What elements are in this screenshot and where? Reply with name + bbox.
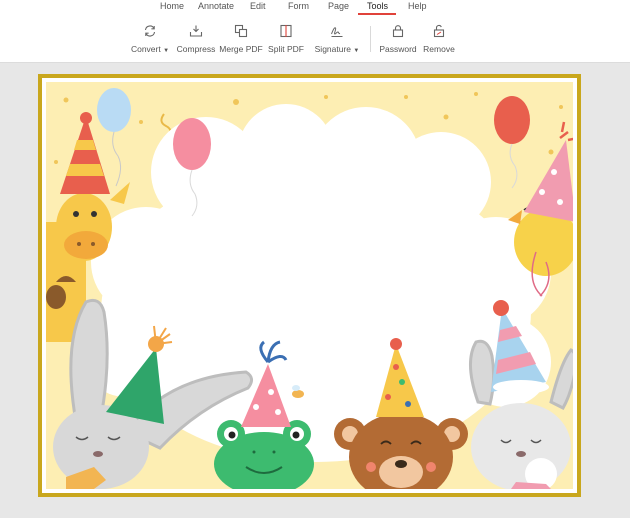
password-label: Password (379, 44, 417, 54)
remove-password-button[interactable]: Remove (421, 22, 457, 56)
convert-button[interactable]: Convert ▼ (130, 22, 170, 56)
tools-toolbar: Convert ▼ Compress Merge PDF Split PDF S… (0, 22, 630, 58)
signature-dropdown-icon: ▼ (353, 48, 360, 54)
tab-help[interactable]: Help (408, 1, 427, 11)
toolbar-divider (370, 26, 371, 52)
password-button[interactable]: Password (378, 22, 418, 56)
convert-dropdown-icon: ▼ (163, 48, 170, 54)
compress-button[interactable]: Compress (176, 22, 216, 56)
split-pdf-icon (277, 22, 295, 40)
pdf-page (38, 74, 581, 497)
menu-tabs: Home Annotate Edit Form Page Tools Help (0, 0, 630, 15)
birthday-card-image (46, 82, 573, 489)
tab-page[interactable]: Page (328, 1, 349, 11)
lock-icon (389, 22, 407, 40)
merge-pdf-icon (232, 22, 250, 40)
signature-button[interactable]: Signature ▼ (313, 22, 361, 56)
tab-home[interactable]: Home (160, 1, 184, 11)
merge-pdf-label: Merge PDF (219, 44, 263, 54)
signature-label: Signature (314, 44, 352, 54)
tab-edit[interactable]: Edit (250, 1, 266, 11)
remove-label: Remove (423, 44, 455, 54)
pdf-page-content (42, 78, 577, 493)
tab-form[interactable]: Form (288, 1, 309, 11)
compress-icon (187, 22, 205, 40)
tab-tools[interactable]: Tools (367, 1, 388, 11)
convert-icon (141, 22, 159, 40)
active-tab-indicator (358, 13, 396, 15)
ribbon: Home Annotate Edit Form Page Tools Help … (0, 0, 630, 63)
convert-label: Convert (130, 44, 161, 54)
signature-icon (328, 22, 346, 40)
unlock-icon (430, 22, 448, 40)
split-pdf-label: Split PDF (268, 44, 304, 54)
compress-label: Compress (176, 44, 216, 54)
merge-pdf-button[interactable]: Merge PDF (219, 22, 263, 56)
tab-annotate[interactable]: Annotate (198, 1, 234, 11)
split-pdf-button[interactable]: Split PDF (266, 22, 306, 56)
